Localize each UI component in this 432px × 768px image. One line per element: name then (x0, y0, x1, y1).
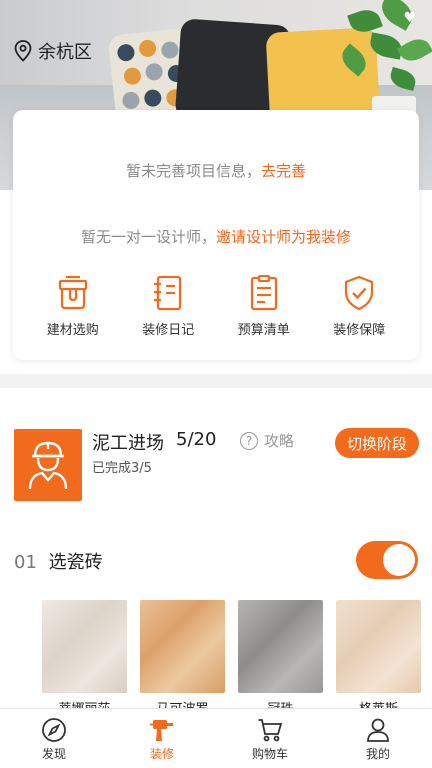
tab-label: 装修 (149, 747, 174, 761)
quick-action-diary[interactable]: 装修日记 (128, 275, 208, 338)
designer-info-text: 暂无一对一设计师， (80, 228, 216, 246)
quick-action-label: 建材选购 (46, 323, 99, 338)
product-tile-image[interactable] (42, 600, 127, 693)
designer-info-line: 暂无一对一设计师，邀请设计师为我装修 (13, 226, 419, 247)
quick-action-guarantee[interactable]: 装修保障 (319, 275, 399, 338)
user-icon (367, 718, 389, 742)
complete-project-link[interactable]: 去完善 (261, 162, 306, 180)
product-tile-image[interactable] (140, 600, 225, 693)
step-toggle[interactable] (356, 541, 418, 579)
paint-bucket-icon (58, 275, 87, 310)
shield-check-icon (345, 275, 374, 311)
tab-discover[interactable]: 发现 (14, 709, 94, 768)
map-pin-icon (14, 40, 32, 62)
checklist-icon (250, 275, 277, 311)
project-info-line: 暂未完善项目信息，去完善 (13, 160, 419, 181)
quick-action-label: 装修日记 (142, 323, 195, 338)
tab-renovation[interactable]: 装修 (122, 709, 202, 768)
bottom-tab-bar: 发现 装修 购物车 我的 (0, 708, 432, 768)
cart-icon (258, 719, 283, 742)
step-header: 01 选瓷砖 (14, 548, 103, 574)
toggle-knob (383, 544, 415, 576)
invite-designer-link[interactable]: 邀请设计师为我装修 (216, 228, 351, 246)
stage-progress: 5/20 (176, 429, 217, 450)
worker-icon (28, 441, 68, 490)
compass-icon (42, 718, 66, 742)
notebook-icon (154, 275, 182, 311)
drill-icon (150, 720, 173, 741)
switch-stage-button[interactable]: 切换阶段 (335, 428, 419, 458)
step-number: 01 (14, 552, 37, 573)
product-tiles (42, 600, 421, 693)
tab-cart[interactable]: 购物车 (230, 709, 310, 768)
product-tile-image[interactable] (238, 600, 323, 693)
quick-actions: 建材选购 装修日记 预算清单 装修保障 (13, 275, 419, 338)
home-screen: ♥ 余杭区 暂未完善项目信息，去完善 暂无一对一设计师，邀请设计师为我装修 建材… (0, 0, 432, 768)
project-info-text: 暂未完善项目信息， (125, 162, 261, 180)
tab-me[interactable]: 我的 (338, 709, 418, 768)
plant (330, 0, 432, 110)
stage-completed: 已完成3/5 (92, 461, 152, 476)
stage-guide-link[interactable]: ? 攻略 (240, 430, 294, 451)
section-divider (0, 374, 432, 388)
step-name: 选瓷砖 (48, 552, 103, 573)
status-heart-icon: ♥ (403, 10, 416, 26)
quick-action-budget[interactable]: 预算清单 (224, 275, 304, 338)
quick-action-materials[interactable]: 建材选购 (33, 275, 113, 338)
tab-label: 我的 (365, 747, 390, 761)
stage-thumbnail (14, 429, 82, 501)
question-icon: ? (240, 431, 258, 450)
tab-label: 购物车 (251, 747, 288, 761)
quick-action-label: 装修保障 (333, 323, 386, 338)
location-selector[interactable]: 余杭区 (14, 38, 92, 64)
quick-action-label: 预算清单 (237, 323, 290, 338)
guide-label: 攻略 (264, 432, 295, 450)
location-label: 余杭区 (38, 42, 92, 63)
stage-title: 泥工进场 (92, 433, 164, 454)
tab-label: 发现 (41, 747, 66, 761)
product-tile-image[interactable] (336, 600, 421, 693)
project-info-card: 暂未完善项目信息，去完善 暂无一对一设计师，邀请设计师为我装修 建材选购 装修日… (13, 110, 419, 360)
